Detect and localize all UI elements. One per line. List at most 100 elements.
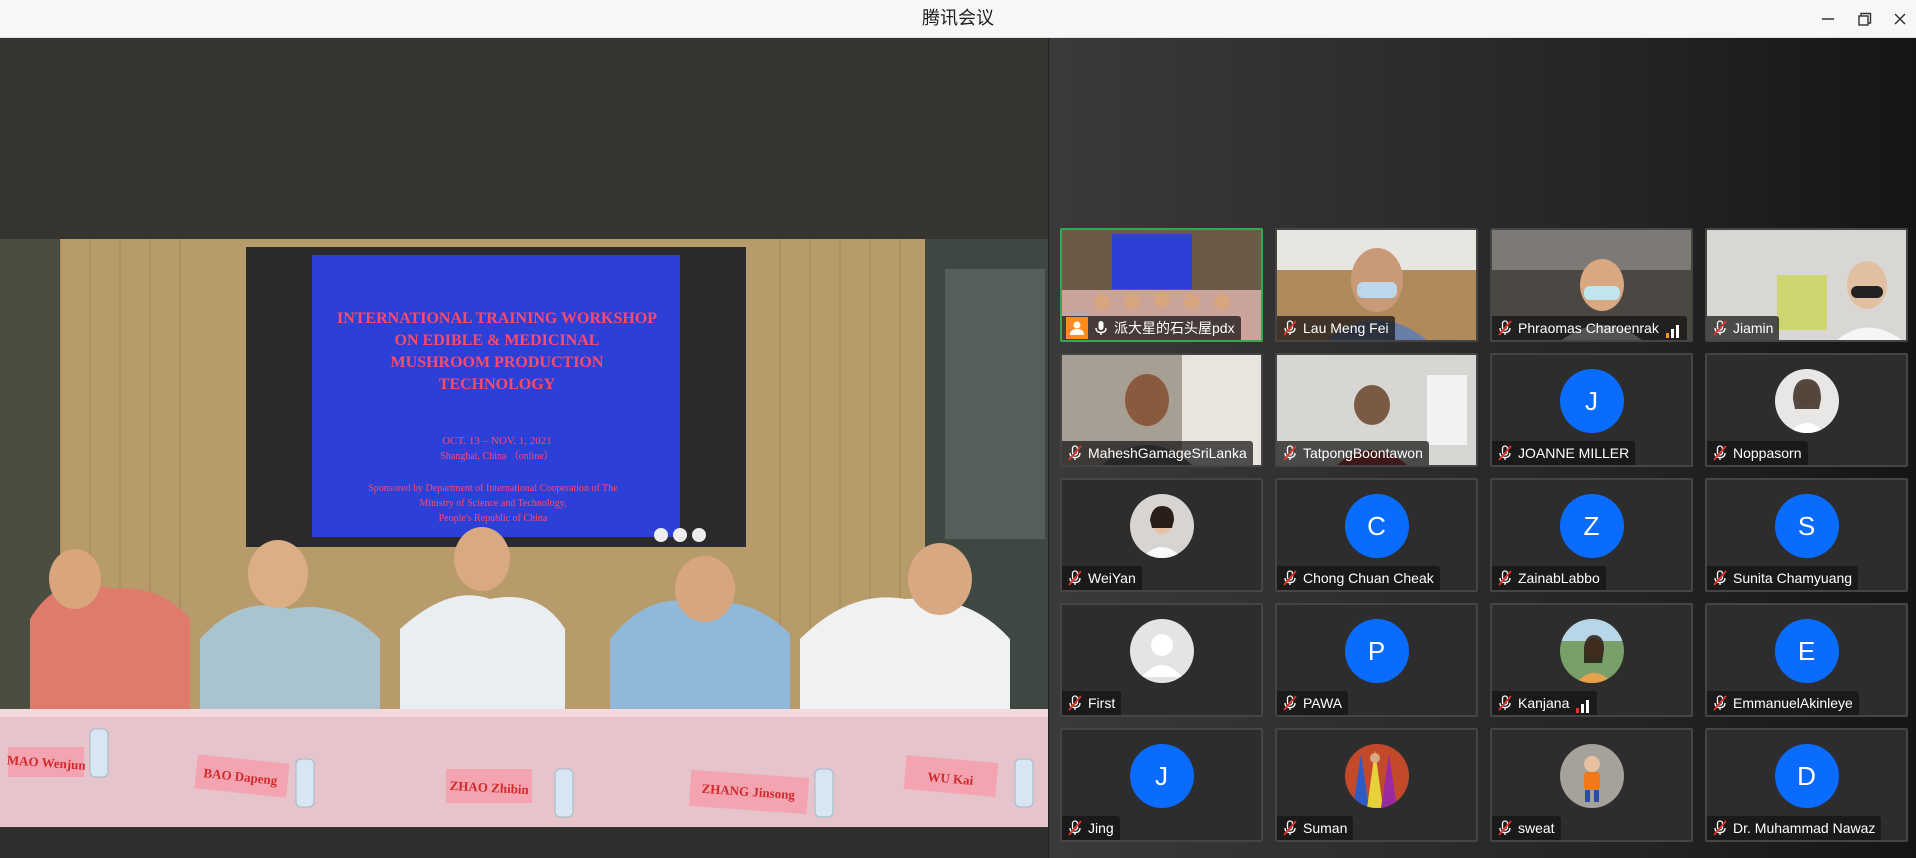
participant-name: Suman bbox=[1303, 820, 1348, 836]
participant-tile[interactable]: S Sunita Chamyuang bbox=[1705, 478, 1908, 592]
main-video[interactable]: INTERNATIONAL TRAINING WORKSHOP ON EDIBL… bbox=[0, 239, 1048, 827]
mic-muted-icon bbox=[1496, 569, 1514, 587]
minimize-icon[interactable] bbox=[1815, 6, 1841, 32]
participant-name: EmmanuelAkinleye bbox=[1733, 695, 1853, 711]
avatar: D bbox=[1774, 744, 1839, 808]
avatar bbox=[1559, 744, 1624, 808]
mic-muted-icon bbox=[1066, 694, 1084, 712]
participant-name: First bbox=[1088, 695, 1116, 711]
mic-muted-icon bbox=[1066, 819, 1084, 837]
participant-tile[interactable]: Noppasorn bbox=[1705, 353, 1908, 467]
signal-icon bbox=[1575, 696, 1591, 713]
participant-namebar: EmmanuelAkinleye bbox=[1707, 691, 1859, 715]
mic-muted-icon bbox=[1711, 694, 1729, 712]
participant-name: Jing bbox=[1088, 820, 1114, 836]
participant-tile[interactable]: MaheshGamageSriLanka bbox=[1060, 353, 1263, 467]
participant-tile[interactable]: D Dr. Muhammad Nawaz bbox=[1705, 728, 1908, 842]
participant-name: Dr. Muhammad Nawaz bbox=[1733, 820, 1876, 836]
mic-muted-icon bbox=[1066, 569, 1084, 587]
close-icon[interactable] bbox=[1887, 6, 1913, 32]
avatar: S bbox=[1774, 494, 1839, 558]
participant-namebar: First bbox=[1062, 691, 1122, 715]
avatar bbox=[1129, 619, 1194, 683]
participant-tile[interactable]: Phraomas Charoenrak bbox=[1490, 228, 1693, 342]
participant-namebar: MaheshGamageSriLanka bbox=[1062, 441, 1253, 465]
title-bar: 腾讯会议 bbox=[0, 0, 1916, 38]
participant-tile[interactable]: Suman bbox=[1275, 728, 1478, 842]
participant-tile[interactable]: 派大星的石头屋pdx bbox=[1060, 228, 1263, 342]
avatar: C bbox=[1344, 494, 1409, 558]
participant-name: TatpongBoontawon bbox=[1303, 445, 1423, 461]
participant-tile[interactable]: C Chong Chuan Cheak bbox=[1275, 478, 1478, 592]
stage-bottom-bar bbox=[0, 828, 1049, 858]
participant-name: Lau Meng Fei bbox=[1303, 320, 1389, 336]
slide-title-line-2: ON EDIBLE & MEDICINAL bbox=[395, 332, 600, 349]
participant-namebar: ZainabLabbo bbox=[1492, 566, 1606, 590]
participant-namebar: PAWA bbox=[1277, 691, 1349, 715]
participant-name: Phraomas Charoenrak bbox=[1518, 320, 1659, 336]
participant-tile[interactable]: WeiYan bbox=[1060, 478, 1263, 592]
participant-tile[interactable]: Z ZainabLabbo bbox=[1490, 478, 1693, 592]
mic-muted-icon bbox=[1711, 569, 1729, 587]
participant-tile[interactable]: Jiamin bbox=[1705, 228, 1908, 342]
participant-namebar: Jing bbox=[1062, 816, 1120, 840]
participant-name: JOANNE MILLER bbox=[1518, 445, 1630, 461]
slide-location: Shanghai, China （online） bbox=[440, 450, 554, 462]
mic-muted-icon bbox=[1066, 444, 1084, 462]
participant-namebar: sweat bbox=[1492, 816, 1561, 840]
avatar: P bbox=[1344, 619, 1409, 683]
mic-muted-icon bbox=[1711, 444, 1729, 462]
participant-tile[interactable]: Lau Meng Fei bbox=[1275, 228, 1478, 342]
participant-tile[interactable]: First bbox=[1060, 603, 1263, 717]
participant-tile[interactable]: J JOANNE MILLER bbox=[1490, 353, 1693, 467]
participant-tile[interactable]: Kanjana bbox=[1490, 603, 1693, 717]
mic-muted-icon bbox=[1281, 819, 1299, 837]
participant-tile[interactable]: J Jing bbox=[1060, 728, 1263, 842]
participant-namebar: 派大星的石头屋pdx bbox=[1062, 316, 1241, 340]
mic-muted-icon bbox=[1711, 819, 1729, 837]
mic-muted-icon bbox=[1496, 694, 1514, 712]
mic-muted-icon bbox=[1496, 444, 1514, 462]
slide-title-line-4: TECHNOLOGY bbox=[439, 376, 556, 393]
mic-muted-icon bbox=[1711, 319, 1729, 337]
slide-date: OCT. 13 – NOV. 1, 2021 bbox=[442, 435, 552, 447]
participant-tile[interactable]: sweat bbox=[1490, 728, 1693, 842]
participant-namebar: JOANNE MILLER bbox=[1492, 441, 1636, 465]
participant-name: Chong Chuan Cheak bbox=[1303, 570, 1434, 586]
slide-sponsor-line-2: Ministry of Science and Technology, bbox=[419, 498, 566, 509]
avatar: E bbox=[1774, 619, 1839, 683]
mic-muted-icon bbox=[1281, 319, 1299, 337]
mic-muted-icon bbox=[1281, 569, 1299, 587]
participant-tile[interactable]: P PAWA bbox=[1275, 603, 1478, 717]
mic-icon bbox=[1092, 319, 1110, 337]
participant-name: ZainabLabbo bbox=[1518, 570, 1600, 586]
avatar: Z bbox=[1559, 494, 1624, 558]
avatar bbox=[1344, 744, 1409, 808]
avatar bbox=[1774, 369, 1839, 433]
participant-name: 派大星的石头屋pdx bbox=[1114, 320, 1235, 336]
restore-icon[interactable] bbox=[1851, 6, 1877, 32]
participant-name: sweat bbox=[1518, 820, 1555, 836]
participant-namebar: Suman bbox=[1277, 816, 1354, 840]
avatar: J bbox=[1559, 369, 1624, 433]
slide-title-line-3: MUSHROOM PRODUCTION bbox=[391, 354, 604, 371]
participant-namebar: Sunita Chamyuang bbox=[1707, 566, 1859, 590]
participant-tile[interactable]: E EmmanuelAkinleye bbox=[1705, 603, 1908, 717]
mic-muted-icon bbox=[1281, 694, 1299, 712]
mic-muted-icon bbox=[1496, 319, 1514, 337]
participant-tile[interactable]: TatpongBoontawon bbox=[1275, 353, 1478, 467]
avatar bbox=[1559, 619, 1624, 683]
participant-name: Jiamin bbox=[1733, 320, 1774, 336]
participant-namebar: Phraomas Charoenrak bbox=[1492, 316, 1687, 340]
avatar: J bbox=[1129, 744, 1194, 808]
participant-namebar: Noppasorn bbox=[1707, 441, 1808, 465]
participant-name: Sunita Chamyuang bbox=[1733, 570, 1853, 586]
window-title: 腾讯会议 bbox=[922, 8, 994, 29]
slide-sponsor-line-1: Sponsored by Department of International… bbox=[368, 483, 618, 494]
host-icon bbox=[1066, 317, 1088, 339]
participant-name: MaheshGamageSriLanka bbox=[1088, 445, 1247, 461]
participant-namebar: Lau Meng Fei bbox=[1277, 316, 1395, 340]
mic-muted-icon bbox=[1496, 819, 1514, 837]
avatar bbox=[1129, 494, 1194, 558]
mic-muted-icon bbox=[1281, 444, 1299, 462]
